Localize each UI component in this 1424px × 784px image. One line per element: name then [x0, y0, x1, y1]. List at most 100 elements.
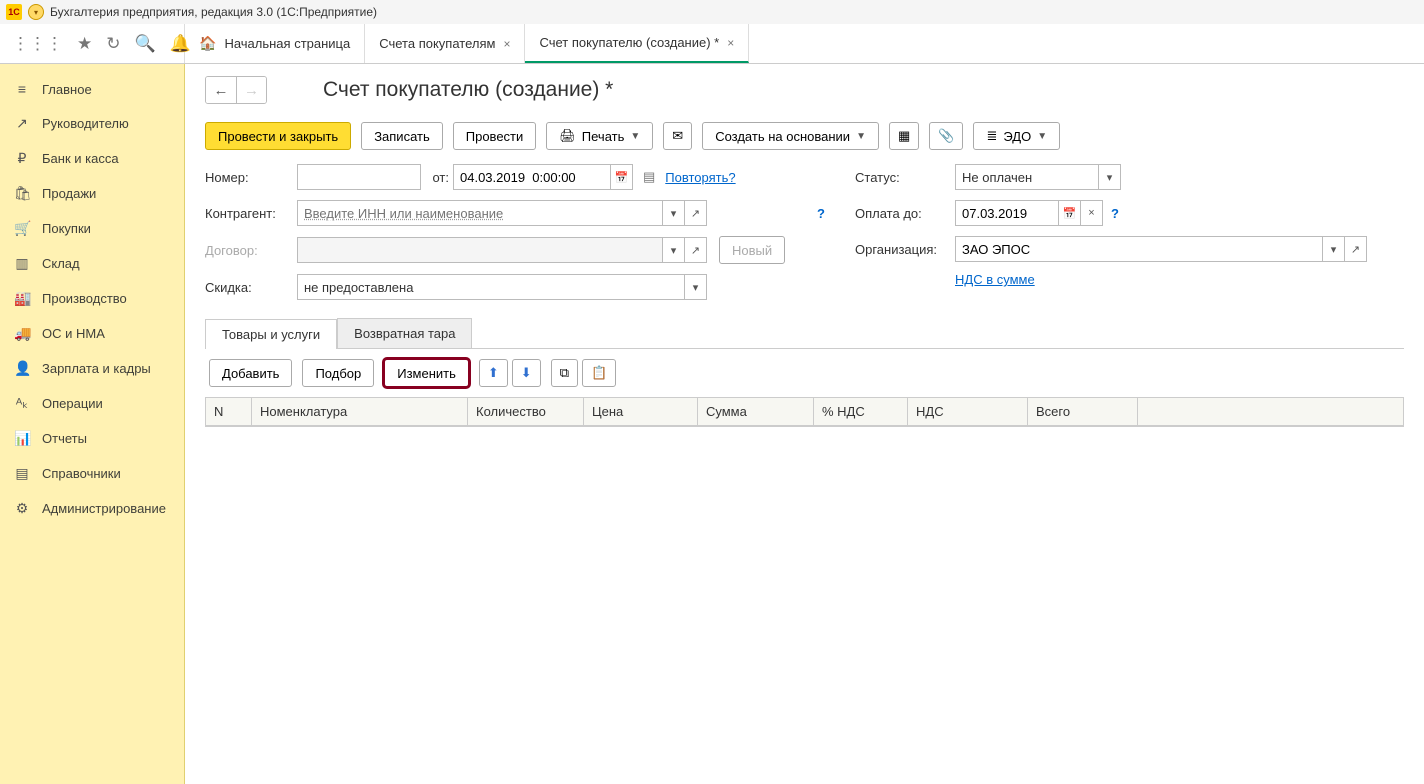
- status-select[interactable]: Не оплачен: [955, 164, 1099, 190]
- sidebar-item-assets[interactable]: 🚚ОС и НМА: [0, 316, 184, 351]
- col-nomenclature[interactable]: Номенклатура: [252, 398, 468, 425]
- edit-button[interactable]: Изменить: [384, 359, 469, 387]
- post-button[interactable]: Провести: [453, 122, 537, 150]
- tab-home[interactable]: 🏠 Начальная страница: [185, 24, 365, 63]
- tab-invoices-label: Счета покупателям: [379, 36, 495, 51]
- goods-grid: N Номенклатура Количество Цена Сумма % Н…: [205, 397, 1404, 427]
- col-vat[interactable]: НДС: [908, 398, 1028, 425]
- org-input[interactable]: [955, 236, 1323, 262]
- tab-invoice-create[interactable]: Счет покупателю (создание) * ×: [525, 24, 749, 63]
- add-row-button[interactable]: Добавить: [209, 359, 292, 387]
- forward-button[interactable]: →: [236, 77, 266, 103]
- sidebar-item-bank[interactable]: ₽ Банк и касса: [0, 141, 184, 176]
- date-input[interactable]: [453, 164, 611, 190]
- app-title: Бухгалтерия предприятия, редакция 3.0 (1…: [50, 5, 377, 19]
- ops-icon: ᴬₖ: [14, 395, 30, 412]
- clear-icon[interactable]: ×: [1081, 200, 1103, 226]
- printer-icon: 🖨: [559, 128, 576, 144]
- quick-icons: ⋮⋮⋮ ★ ↻ 🔍 🔔: [0, 24, 185, 63]
- sidebar-item-purchases[interactable]: 🛒Покупки: [0, 211, 184, 246]
- open-icon[interactable]: ↗: [685, 200, 707, 226]
- col-sum[interactable]: Сумма: [698, 398, 814, 425]
- app-menu-icon[interactable]: ▾: [28, 4, 44, 20]
- calendar-icon[interactable]: 📅: [1059, 200, 1081, 226]
- dropdown-icon[interactable]: ▾: [685, 274, 707, 300]
- help-icon[interactable]: ?: [1111, 206, 1119, 221]
- org-label: Организация:: [855, 242, 955, 257]
- search-icon[interactable]: 🔍: [135, 34, 156, 54]
- star-icon[interactable]: ★: [77, 34, 92, 54]
- mail-icon: ✉: [672, 128, 683, 144]
- history-icon[interactable]: ↻: [106, 34, 120, 54]
- cart-icon: 🛒: [14, 220, 30, 237]
- col-price[interactable]: Цена: [584, 398, 698, 425]
- apps-icon[interactable]: ⋮⋮⋮: [12, 34, 63, 54]
- create-based-button[interactable]: Создать на основании▼: [702, 122, 879, 150]
- copy-button[interactable]: ⧉: [551, 359, 578, 387]
- sidebar-item-production[interactable]: 🏭Производство: [0, 281, 184, 316]
- sidebar-item-stock[interactable]: ▥Склад: [0, 246, 184, 281]
- close-icon[interactable]: ×: [503, 37, 510, 51]
- dropdown-icon[interactable]: ▾: [663, 200, 685, 226]
- tab-invoices[interactable]: Счета покупателям ×: [365, 24, 525, 63]
- save-button[interactable]: Записать: [361, 122, 443, 150]
- sidebar-item-catalogs[interactable]: ▤Справочники: [0, 456, 184, 491]
- back-button[interactable]: ←: [206, 77, 236, 103]
- home-icon: 🏠: [199, 35, 216, 52]
- command-bar: Провести и закрыть Записать Провести 🖨 Пе…: [205, 122, 1404, 150]
- doc-icon[interactable]: ▤: [643, 169, 655, 185]
- edo-button[interactable]: ≣ЭДО▼: [973, 122, 1060, 150]
- sidebar-item-sales[interactable]: 🛍Продажи: [0, 176, 184, 211]
- discount-label: Скидка:: [205, 280, 297, 295]
- sidebar-item-operations[interactable]: ᴬₖОперации: [0, 386, 184, 421]
- page-title: Счет покупателю (создание) *: [323, 78, 613, 102]
- truck-icon: 🚚: [14, 325, 30, 342]
- dropdown-icon[interactable]: ▾: [663, 237, 685, 263]
- paydue-input[interactable]: [955, 200, 1059, 226]
- move-up-button[interactable]: ⬆: [479, 359, 508, 387]
- sidebar-item-main[interactable]: ≡Главное: [0, 72, 184, 106]
- sidebar-item-admin[interactable]: ⚙Администрирование: [0, 491, 184, 526]
- sidebar-item-manager[interactable]: ↗Руководителю: [0, 106, 184, 141]
- sidebar-item-hr[interactable]: 👤Зарплата и кадры: [0, 351, 184, 386]
- number-input[interactable]: [297, 164, 421, 190]
- counterparty-input[interactable]: [297, 200, 663, 226]
- vat-link[interactable]: НДС в сумме: [955, 272, 1035, 287]
- repeat-link[interactable]: Повторять?: [665, 170, 735, 185]
- subtab-goods[interactable]: Товары и услуги: [205, 319, 337, 349]
- calendar-icon[interactable]: 📅: [611, 164, 633, 190]
- paste-button[interactable]: 📋: [582, 359, 616, 387]
- mail-button[interactable]: ✉: [663, 122, 692, 150]
- move-down-button[interactable]: ⬇: [512, 359, 541, 387]
- open-icon[interactable]: ↗: [1345, 236, 1367, 262]
- pick-button[interactable]: Подбор: [302, 359, 374, 387]
- arrow-up-icon: ⬆: [488, 365, 499, 381]
- sidebar-item-label: Банк и касса: [42, 151, 119, 166]
- grid-header: N Номенклатура Количество Цена Сумма % Н…: [206, 398, 1403, 426]
- post-close-button[interactable]: Провести и закрыть: [205, 122, 351, 150]
- dropdown-icon[interactable]: ▾: [1099, 164, 1121, 190]
- col-total[interactable]: Всего: [1028, 398, 1138, 425]
- nav-arrows: ← →: [205, 76, 267, 104]
- discount-select[interactable]: не предоставлена: [297, 274, 685, 300]
- logo-1c-icon: 1C: [6, 4, 22, 20]
- col-n[interactable]: N: [206, 398, 252, 425]
- caret-down-icon: ▼: [856, 131, 866, 142]
- open-icon[interactable]: ↗: [685, 237, 707, 263]
- attach-button[interactable]: 📎: [929, 122, 963, 150]
- col-quantity[interactable]: Количество: [468, 398, 584, 425]
- print-button[interactable]: 🖨Печать▼: [546, 122, 653, 150]
- sidebar-item-label: Продажи: [42, 186, 96, 201]
- ruble-icon: ₽: [14, 150, 30, 167]
- col-vat-percent[interactable]: % НДС: [814, 398, 908, 425]
- new-contract-button[interactable]: Новый: [719, 236, 785, 264]
- sidebar-item-reports[interactable]: 📊Отчеты: [0, 421, 184, 456]
- help-icon[interactable]: ?: [817, 206, 825, 221]
- edo-label: ЭДО: [1003, 129, 1031, 144]
- dropdown-icon[interactable]: ▾: [1323, 236, 1345, 262]
- print-label: Печать: [582, 129, 625, 144]
- close-icon[interactable]: ×: [727, 36, 734, 50]
- chart-icon: ↗: [14, 115, 30, 132]
- subtab-tare[interactable]: Возвратная тара: [337, 318, 472, 348]
- structure-button[interactable]: ▦: [889, 122, 919, 150]
